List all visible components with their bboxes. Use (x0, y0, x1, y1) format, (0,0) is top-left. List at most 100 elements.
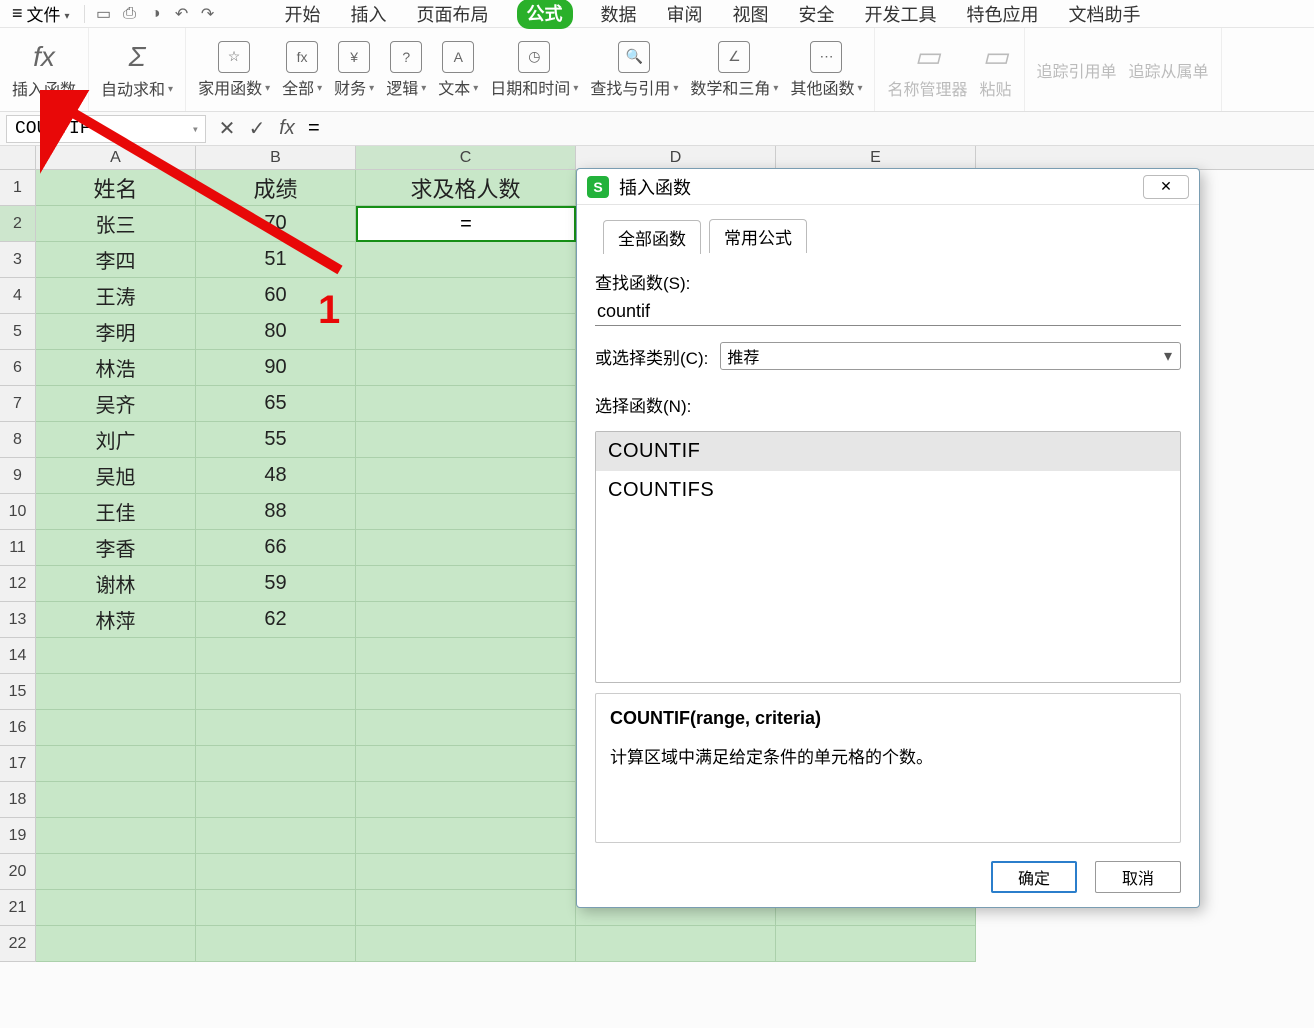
cell[interactable] (36, 674, 196, 710)
cell[interactable]: 48 (196, 458, 356, 494)
cell[interactable]: 求及格人数 (356, 170, 576, 206)
undo-icon[interactable]: ↶ (171, 4, 193, 24)
cell[interactable] (356, 818, 576, 854)
cell[interactable] (356, 458, 576, 494)
cell[interactable] (36, 710, 196, 746)
search-function-input[interactable] (595, 298, 1181, 326)
row-header[interactable]: 7 (0, 386, 36, 422)
active-cell[interactable]: = (356, 206, 576, 242)
cell[interactable] (356, 422, 576, 458)
cell[interactable] (356, 890, 576, 926)
row-header[interactable]: 1 (0, 170, 36, 206)
cell[interactable]: 王佳 (36, 494, 196, 530)
other-fn-button[interactable]: ⋯ 其他函数 (784, 37, 868, 103)
accept-formula-icon[interactable]: ✓ (242, 116, 272, 141)
cell[interactable] (576, 926, 776, 962)
cell[interactable] (36, 854, 196, 890)
row-header[interactable]: 15 (0, 674, 36, 710)
cell[interactable] (196, 926, 356, 962)
common-fn-button[interactable]: ☆ 家用函数 (192, 37, 276, 103)
math-fn-button[interactable]: ∠ 数学和三角 (684, 37, 784, 103)
cell[interactable]: 王涛 (36, 278, 196, 314)
tab-pagelayout[interactable]: 页面布局 (415, 0, 491, 29)
cell[interactable] (776, 926, 976, 962)
dialog-titlebar[interactable]: S 插入函数 ✕ (577, 169, 1199, 205)
row-header[interactable]: 13 (0, 602, 36, 638)
cell[interactable] (36, 890, 196, 926)
row-header[interactable]: 16 (0, 710, 36, 746)
cell[interactable] (356, 242, 576, 278)
cell[interactable] (196, 854, 356, 890)
cell[interactable]: 李香 (36, 530, 196, 566)
col-header-a[interactable]: A (36, 146, 196, 169)
row-header[interactable]: 3 (0, 242, 36, 278)
cell[interactable] (196, 746, 356, 782)
cell[interactable] (356, 314, 576, 350)
cell[interactable] (356, 782, 576, 818)
insert-function-button[interactable]: fx 插入函数 (6, 36, 82, 104)
cell[interactable]: 林萍 (36, 602, 196, 638)
cell[interactable] (36, 926, 196, 962)
cell[interactable]: 成绩 (196, 170, 356, 206)
row-header[interactable]: 9 (0, 458, 36, 494)
cell[interactable] (356, 386, 576, 422)
row-header[interactable]: 11 (0, 530, 36, 566)
file-menu[interactable]: 文件 (6, 1, 76, 26)
finance-fn-button[interactable]: ¥ 财务 (328, 37, 380, 103)
lookup-fn-button[interactable]: 🔍 查找与引用 (584, 37, 684, 103)
select-all-corner[interactable] (0, 146, 36, 169)
name-box[interactable]: COUNTIF (6, 115, 206, 143)
cell[interactable] (196, 638, 356, 674)
cell[interactable] (356, 494, 576, 530)
tab-view[interactable]: 视图 (731, 0, 771, 29)
cell[interactable]: 70 (196, 206, 356, 242)
all-fn-button[interactable]: fx 全部 (276, 37, 328, 103)
cancel-button[interactable]: 取消 (1095, 861, 1181, 893)
cell[interactable] (356, 638, 576, 674)
tab-common-formulas[interactable]: 常用公式 (709, 219, 807, 253)
row-header[interactable]: 18 (0, 782, 36, 818)
cell[interactable]: 88 (196, 494, 356, 530)
cell[interactable]: 66 (196, 530, 356, 566)
cell[interactable]: 55 (196, 422, 356, 458)
cell[interactable] (36, 782, 196, 818)
row-header[interactable]: 5 (0, 314, 36, 350)
row-header[interactable]: 21 (0, 890, 36, 926)
cell[interactable]: 65 (196, 386, 356, 422)
cell[interactable]: 吴旭 (36, 458, 196, 494)
fx-icon[interactable]: fx (272, 117, 302, 140)
ok-button[interactable]: 确定 (991, 861, 1077, 893)
tab-dev[interactable]: 开发工具 (863, 0, 939, 29)
tab-all-functions[interactable]: 全部函数 (603, 220, 701, 254)
cell[interactable] (196, 818, 356, 854)
col-header-d[interactable]: D (576, 146, 776, 169)
cell[interactable] (196, 890, 356, 926)
tab-insert[interactable]: 插入 (349, 0, 389, 29)
cell[interactable]: 林浩 (36, 350, 196, 386)
tab-data[interactable]: 数据 (599, 0, 639, 29)
cell[interactable]: 90 (196, 350, 356, 386)
cell[interactable] (356, 530, 576, 566)
row-header[interactable]: 12 (0, 566, 36, 602)
function-listbox[interactable]: COUNTIF COUNTIFS (595, 431, 1181, 683)
col-header-c[interactable]: C (356, 146, 576, 169)
formula-input[interactable]: = (302, 117, 1314, 140)
cell[interactable]: 62 (196, 602, 356, 638)
cell[interactable] (36, 818, 196, 854)
cell[interactable] (356, 674, 576, 710)
row-header[interactable]: 22 (0, 926, 36, 962)
tab-security[interactable]: 安全 (797, 0, 837, 29)
row-header[interactable]: 19 (0, 818, 36, 854)
save-icon[interactable]: ▭ (93, 4, 115, 24)
cell[interactable] (356, 854, 576, 890)
category-select[interactable]: 推荐 (720, 342, 1181, 370)
col-header-e[interactable]: E (776, 146, 976, 169)
cell[interactable]: 59 (196, 566, 356, 602)
cell[interactable] (356, 350, 576, 386)
datetime-fn-button[interactable]: ◷ 日期和时间 (484, 37, 584, 103)
row-header[interactable]: 8 (0, 422, 36, 458)
row-header[interactable]: 20 (0, 854, 36, 890)
col-header-b[interactable]: B (196, 146, 356, 169)
cell[interactable] (196, 710, 356, 746)
row-header[interactable]: 14 (0, 638, 36, 674)
